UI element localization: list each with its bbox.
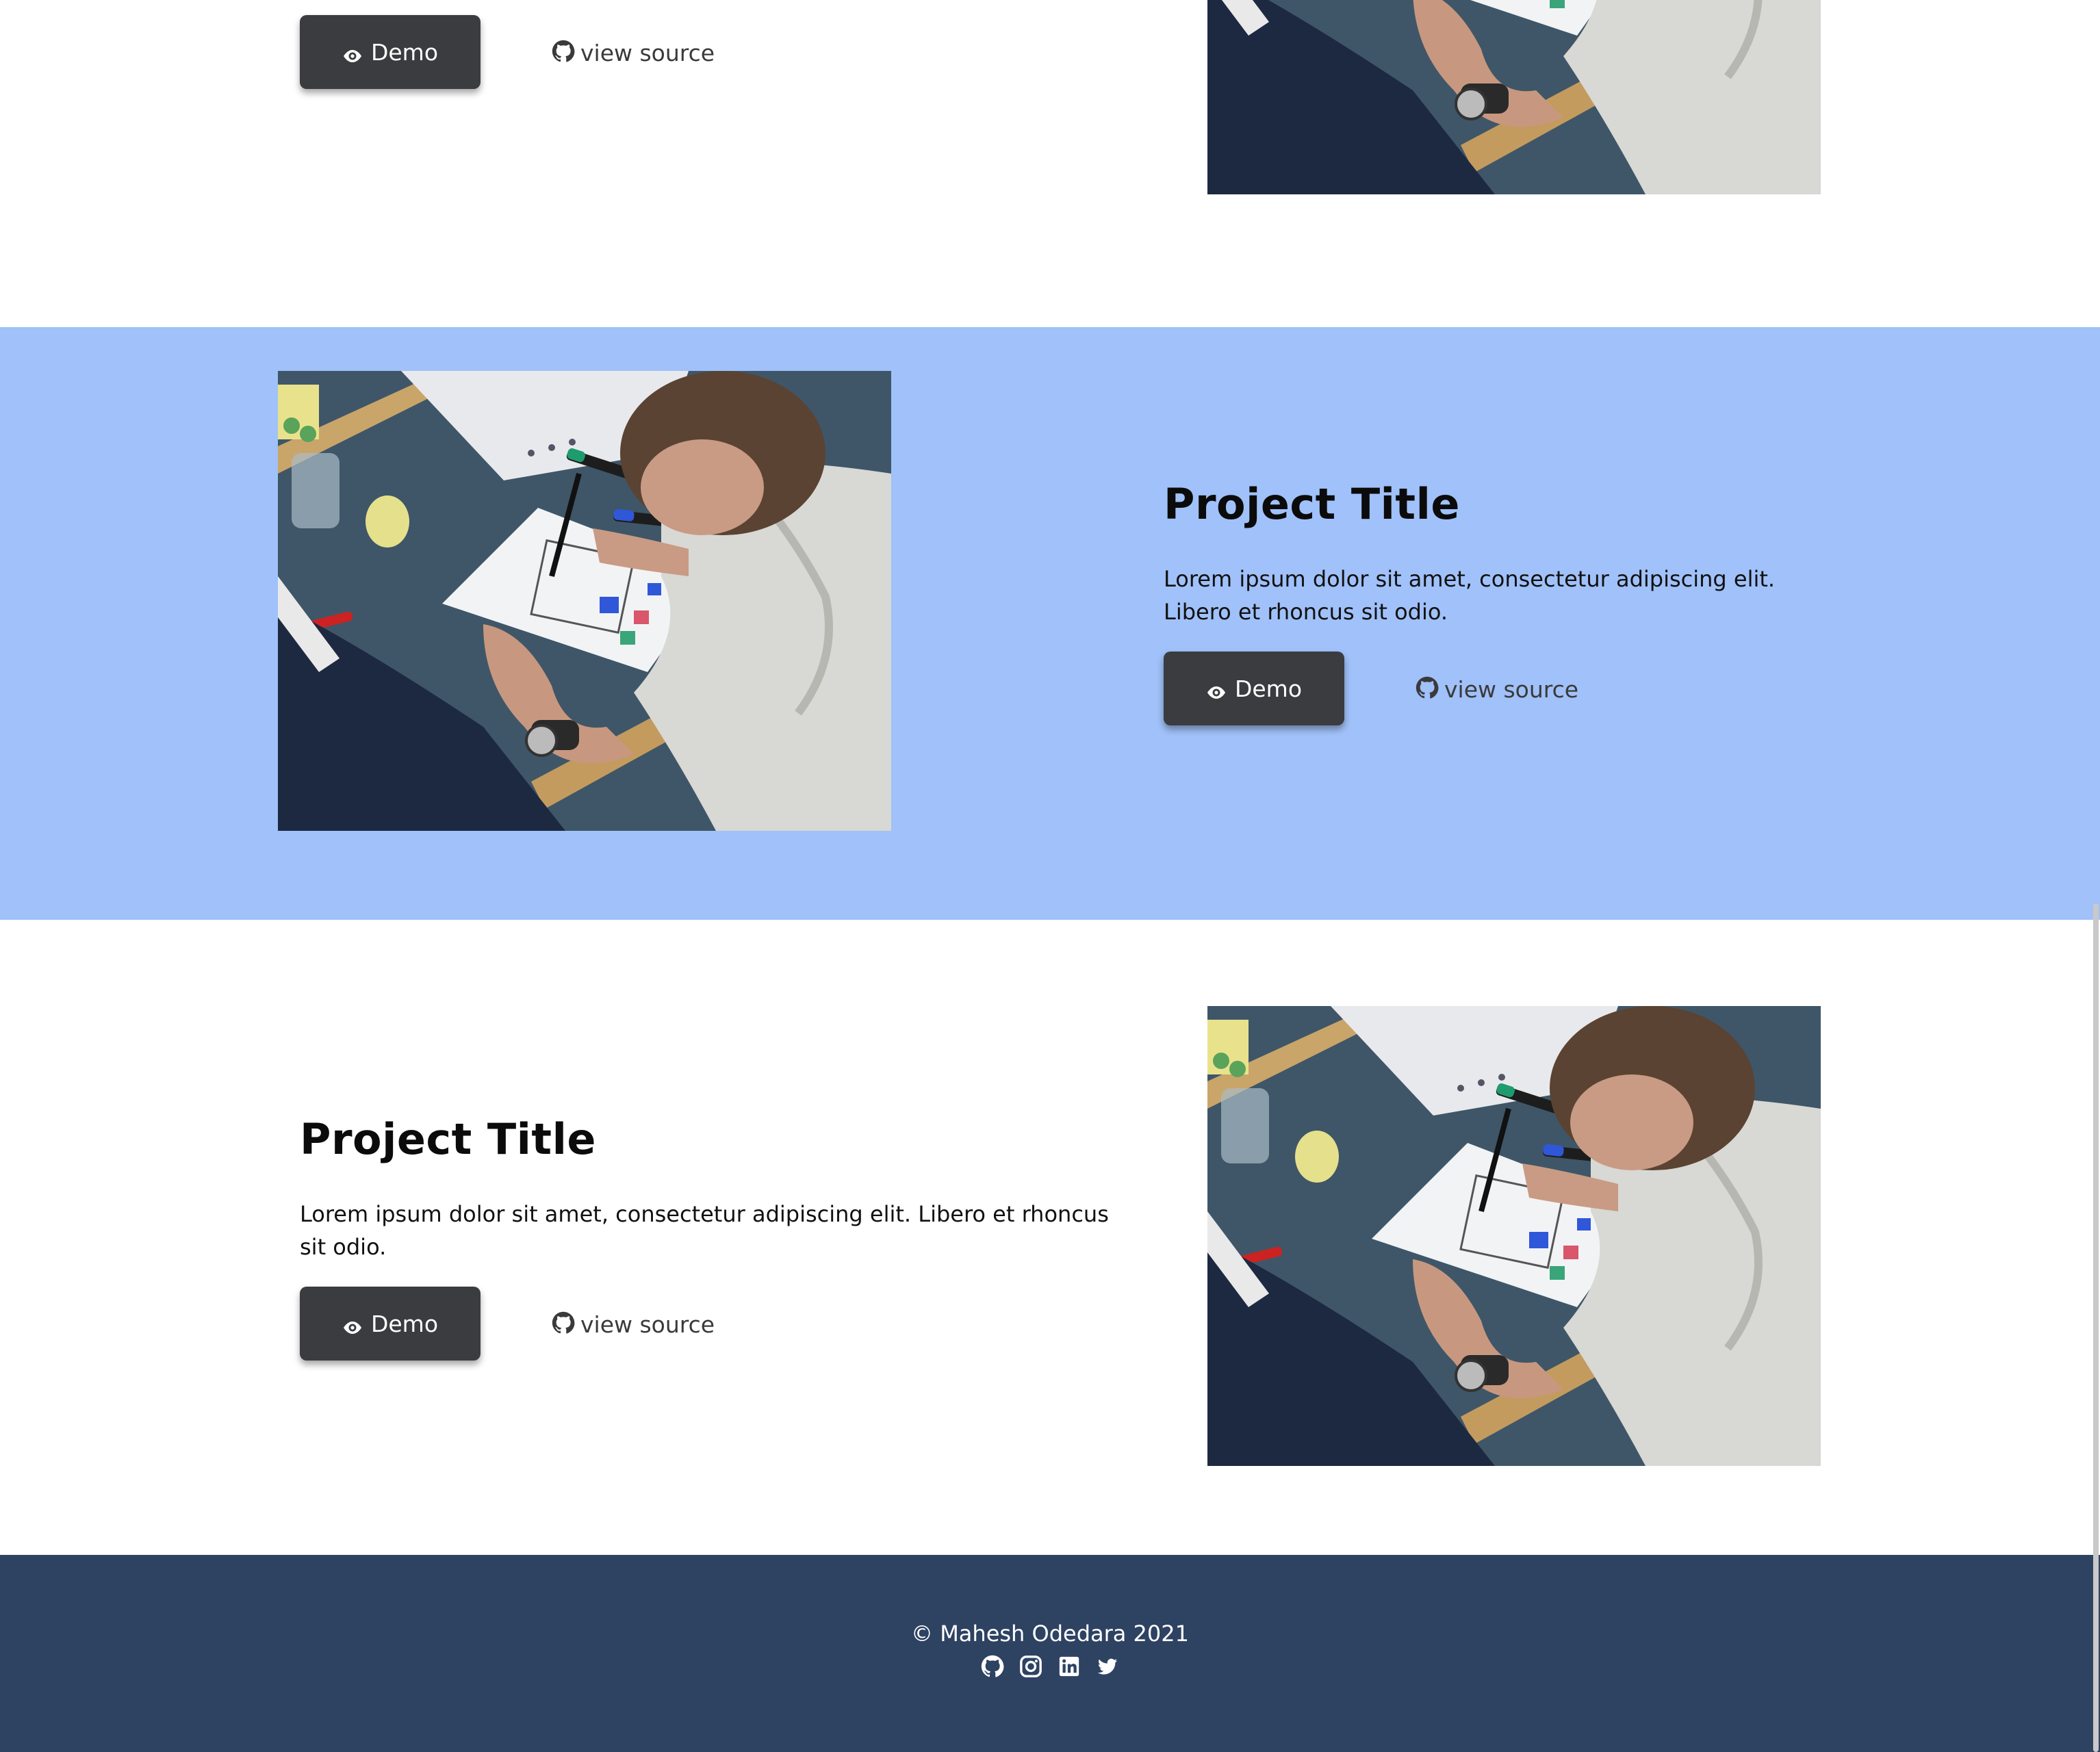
view-source-link[interactable]: view source	[552, 1307, 715, 1341]
project-description: Lorem ipsum dolor sit amet, consectetur …	[1164, 566, 1776, 625]
project-title: Project Title	[1164, 479, 1460, 529]
view-source-link[interactable]: view source	[552, 36, 715, 70]
project-section-1: Demo view source	[0, 0, 2100, 327]
project-title: Project Title	[300, 1114, 596, 1164]
twitter-icon[interactable]	[1096, 1655, 1119, 1678]
github-icon	[552, 1311, 575, 1335]
project-section-3: Project Title Lorem ipsum dolor sit amet…	[0, 920, 2100, 1555]
scrollbar[interactable]	[2093, 903, 2099, 1752]
view-source-label: view source	[1444, 675, 1579, 703]
eye-icon	[342, 1314, 363, 1329]
linkedin-icon[interactable]	[1058, 1655, 1081, 1678]
demo-button-label: Demo	[370, 38, 439, 66]
project-description: Lorem ipsum dolor sit amet, consectetur …	[300, 1201, 1109, 1260]
demo-button[interactable]: Demo	[1164, 652, 1344, 725]
eye-icon	[1206, 679, 1227, 694]
page: Demo view source Project Title Lorem ips…	[0, 0, 2100, 1752]
footer: © Mahesh Odedara 2021	[0, 1555, 2100, 1752]
view-source-label: view source	[580, 39, 715, 66]
github-icon[interactable]	[981, 1655, 1004, 1678]
eye-icon	[342, 42, 363, 57]
github-icon	[1416, 676, 1439, 699]
project-section-2: Project Title Lorem ipsum dolor sit amet…	[0, 327, 2100, 920]
github-icon	[552, 40, 575, 63]
project-image	[278, 371, 891, 831]
social-links	[0, 1655, 2100, 1678]
view-source-link[interactable]: view source	[1416, 672, 1578, 706]
copyright-text: © Mahesh Odedara 2021	[911, 1621, 1189, 1647]
project-image	[1207, 1006, 1821, 1466]
project-image	[1207, 0, 1821, 194]
view-source-label: view source	[580, 1311, 715, 1338]
demo-button[interactable]: Demo	[300, 1287, 481, 1361]
demo-button-label: Demo	[370, 1310, 439, 1337]
demo-button-label: Demo	[1234, 675, 1303, 702]
demo-button[interactable]: Demo	[300, 15, 481, 89]
instagram-icon[interactable]	[1019, 1655, 1042, 1678]
